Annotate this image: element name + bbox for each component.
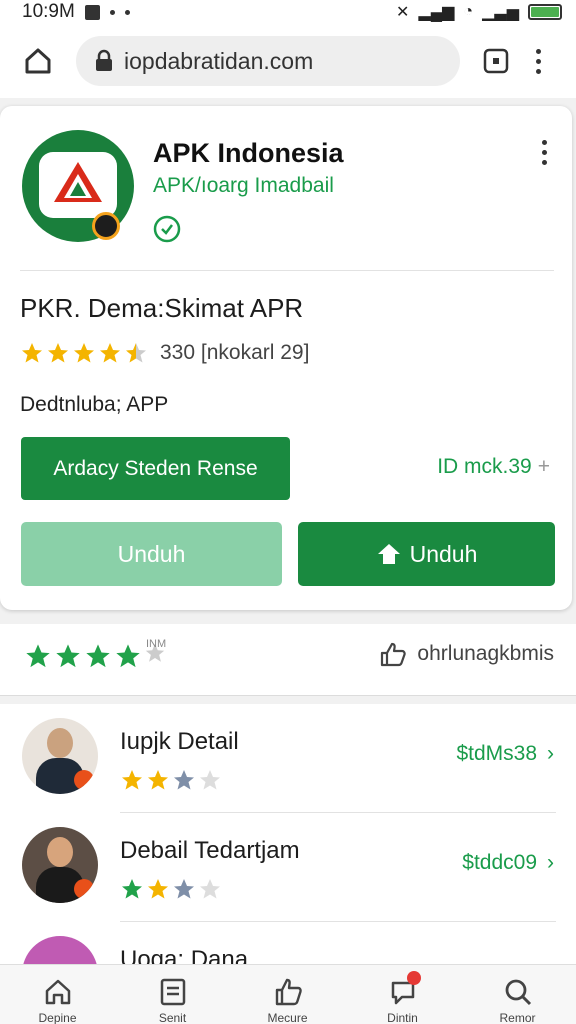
list-item-title: Debail Tedartjam	[120, 837, 300, 864]
list-item-stars	[120, 877, 222, 901]
star-icon	[86, 644, 110, 668]
star-icon	[22, 343, 42, 363]
divider	[20, 270, 554, 271]
related-list: Iupjk Detail $tdMs38 › Debail Tedartjam …	[0, 704, 576, 966]
nav-list[interactable]: Senit	[115, 965, 230, 1024]
share-label: ohrlunagkbmis	[417, 642, 554, 665]
star-icon	[56, 644, 80, 668]
browser-toolbar: iopdabratidan.com	[0, 24, 576, 98]
browser-menu-icon[interactable]	[526, 41, 550, 81]
chevron-right-icon: ›	[547, 742, 554, 765]
star-icon	[74, 343, 94, 363]
review-summary: INM ohrlunagkbmis	[0, 624, 576, 696]
app-category: Dedtnluba; APP	[20, 393, 169, 416]
star-icon	[48, 343, 68, 363]
status-bar: 10:9M ✕ ▂▄▆ ◔ ▁▃▅	[0, 0, 576, 24]
share-link[interactable]: ohrlunagkbmis	[379, 641, 554, 667]
green-star-rating	[24, 642, 166, 670]
list-item[interactable]: Uoga: Dana	[0, 922, 576, 966]
star-icon	[148, 879, 168, 899]
app-name: APK Indonesia	[153, 138, 344, 168]
avatar	[22, 936, 98, 966]
plus-icon: +	[537, 455, 550, 478]
star-icon	[122, 770, 142, 790]
price-label: ID mck.39	[437, 455, 532, 478]
star-half-icon	[174, 770, 194, 790]
list-item-title: Uoga: Dana	[120, 946, 249, 966]
search-icon	[505, 979, 531, 1006]
download-button-secondary[interactable]: Unduh	[21, 522, 282, 586]
nav-label: Remor	[499, 1011, 536, 1024]
star-half-icon	[174, 879, 194, 899]
star-half-icon	[126, 343, 146, 363]
app-card: APK Indonesia APK/ıoarg Imadbail PKR. De…	[0, 106, 572, 610]
nav-label: Dintin	[387, 1011, 418, 1024]
list-icon	[160, 978, 185, 1006]
notification-icon	[84, 4, 100, 20]
price-link[interactable]: ID mck.39 +	[437, 455, 550, 479]
notification-badge	[407, 971, 421, 985]
avatar	[22, 718, 98, 794]
nav-chat[interactable]: Dintin	[345, 965, 460, 1024]
star-icon	[26, 644, 50, 668]
list-item-stars	[120, 768, 222, 792]
nav-label: Depine	[38, 1011, 77, 1024]
download-label: Unduh	[409, 540, 478, 567]
star-icon	[122, 879, 142, 899]
list-item-price[interactable]: $tddc09 ›	[462, 851, 554, 875]
nav-home[interactable]: Depine	[0, 965, 115, 1024]
nav-label: Senit	[158, 1011, 187, 1024]
star-icon	[100, 343, 120, 363]
home-icon	[45, 979, 70, 1005]
list-item[interactable]: Debail Tedartjam $tddc09 ›	[0, 813, 576, 921]
status-time: 10:9M	[22, 1, 75, 22]
app-logo	[22, 130, 134, 242]
url-field[interactable]: iopdabratidan.com	[76, 36, 460, 86]
star-icon	[116, 644, 140, 668]
download-house-icon	[377, 544, 400, 564]
list-item-title: Iupjk Detail	[120, 728, 239, 755]
url-text: iopdabratidan.com	[124, 47, 314, 74]
list-item-price[interactable]: $tdMs38 ›	[456, 742, 554, 766]
notification-dot-icon	[109, 9, 115, 15]
alarm-icon: ◔	[463, 3, 474, 20]
tab-switcher-icon[interactable]	[476, 41, 516, 81]
chevron-right-icon: ›	[547, 851, 554, 874]
star-empty-icon	[200, 770, 220, 790]
wifi-icon: ▁▃▅	[482, 4, 519, 21]
star-rating	[20, 341, 148, 365]
app-publisher[interactable]: APK/ıoarg Imadbail	[153, 174, 334, 198]
avatar	[22, 827, 98, 903]
notification-dot-icon	[124, 9, 130, 15]
download-button-primary[interactable]: Unduh	[298, 522, 555, 586]
verified-icon	[152, 214, 182, 244]
app-title: PKR. Dema:Skimat APR	[20, 293, 304, 323]
stars-note: INM	[146, 638, 167, 650]
nav-like[interactable]: Mecure	[230, 965, 345, 1024]
like-icon	[275, 978, 302, 1006]
bluetooth-icon: ✕	[396, 4, 410, 21]
card-menu-icon[interactable]	[534, 140, 554, 170]
battery-icon	[528, 4, 562, 20]
bottom-navigation: Depine Senit Mecure Dintin Remor	[0, 964, 576, 1024]
nav-label: Mecure	[267, 1011, 308, 1024]
star-icon	[148, 770, 168, 790]
lock-icon	[94, 49, 114, 73]
list-item-price-label: $tddc09	[462, 851, 537, 874]
rating-count: 330 [nkokarl 29]	[160, 341, 310, 364]
signal-icon: ▂▄▆	[418, 4, 455, 21]
promo-button[interactable]: Ardacy Steden Rense	[21, 437, 290, 500]
nav-search[interactable]: Remor	[460, 965, 575, 1024]
list-item[interactable]: Iupjk Detail $tdMs38 ›	[0, 704, 576, 812]
like-icon	[381, 642, 407, 667]
rating-row: 330 [nkokarl 29]	[20, 341, 309, 365]
home-icon[interactable]	[18, 41, 58, 81]
list-item-price-label: $tdMs38	[456, 742, 537, 765]
star-empty-icon	[200, 879, 220, 899]
